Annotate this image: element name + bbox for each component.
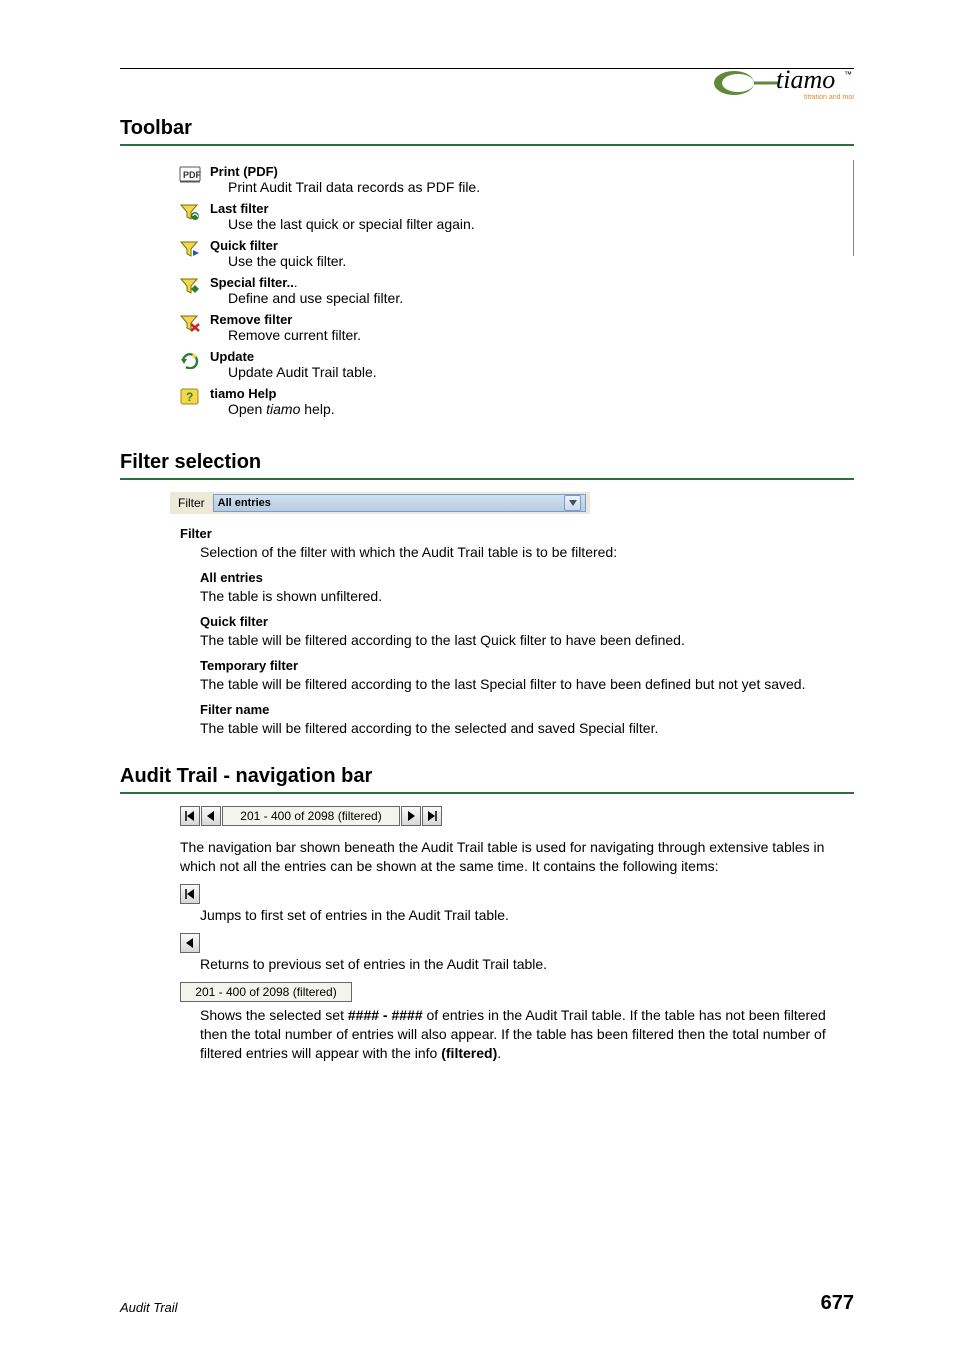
section-title-filter: Filter selection — [120, 451, 854, 480]
section-title-toolbar: Toolbar — [120, 117, 854, 146]
svg-text:PDF: PDF — [183, 170, 201, 180]
toolbar-item-desc: Use the last quick or special filter aga… — [228, 216, 853, 232]
filter-temp-title: Temporary filter — [200, 658, 854, 673]
svg-text:titration and more: titration and more — [804, 94, 854, 101]
update-icon — [170, 349, 210, 369]
filter-quick-desc: The table will be filtered according to … — [200, 631, 854, 650]
svg-text:?: ? — [186, 390, 193, 404]
special-filter-icon — [170, 275, 210, 295]
filter-heading: Filter — [180, 526, 854, 541]
quick-filter-icon — [170, 238, 210, 258]
toolbar-item-desc: Define and use special filter. — [228, 290, 853, 306]
toolbar-item-title: Special filter... — [210, 275, 853, 290]
filter-intro: Selection of the filter with which the A… — [200, 543, 854, 562]
brand-logo: tiamo ™ titration and more — [714, 62, 854, 107]
toolbar-item-title: Print (PDF) — [210, 164, 853, 179]
filter-name-desc: The table will be filtered according to … — [200, 719, 854, 738]
chevron-down-icon — [564, 495, 581, 511]
filter-select-value: All entries — [218, 497, 271, 509]
nav-bar-capture: 201 - 400 of 2098 (filtered) — [180, 806, 854, 826]
toolbar-item-title: tiamo Help — [210, 386, 853, 401]
toolbar-item-title: Update — [210, 349, 853, 364]
last-filter-icon — [170, 201, 210, 221]
filter-label: Filter — [174, 496, 213, 510]
pdf-icon: PDF — [170, 164, 210, 184]
toolbar-item-desc: Update Audit Trail table. — [228, 364, 853, 380]
nav-last-button[interactable] — [422, 806, 442, 826]
help-icon: ? — [170, 386, 210, 406]
svg-text:tiamo: tiamo — [776, 65, 835, 94]
nav-first-desc: Jumps to first set of entries in the Aud… — [200, 906, 854, 925]
nav-prev-desc: Returns to previous set of entries in th… — [200, 955, 854, 974]
filter-select[interactable]: All entries — [213, 494, 586, 512]
filter-all-entries-desc: The table is shown unfiltered. — [200, 587, 854, 606]
toolbar-item-title: Quick filter — [210, 238, 853, 253]
toolbar-item-title: Last filter — [210, 201, 853, 216]
filter-dropdown-capture: Filter All entries — [170, 492, 590, 514]
nav-prev-button-example[interactable] — [180, 933, 200, 953]
nav-next-button[interactable] — [401, 806, 421, 826]
footer-section: Audit Trail — [120, 1300, 178, 1315]
toolbar-item-desc: Use the quick filter. — [228, 253, 853, 269]
page-number: 677 — [821, 1292, 854, 1315]
toolbar-item-desc: Open tiamo help. — [228, 401, 853, 417]
nav-range-example: 201 - 400 of 2098 (filtered) — [180, 982, 352, 1002]
toolbar-item-title: Remove filter — [210, 312, 853, 327]
filter-quick-title: Quick filter — [200, 614, 854, 629]
filter-name-title: Filter name — [200, 702, 854, 717]
nav-first-button[interactable] — [180, 806, 200, 826]
svg-text:™: ™ — [844, 70, 852, 79]
side-rule — [853, 160, 854, 256]
filter-all-entries-title: All entries — [200, 570, 854, 585]
remove-filter-icon — [170, 312, 210, 332]
toolbar-item-desc: Remove current filter. — [228, 327, 853, 343]
filter-temp-desc: The table will be filtered according to … — [200, 675, 854, 694]
nav-range-display: 201 - 400 of 2098 (filtered) — [222, 806, 400, 826]
nav-first-button-example[interactable] — [180, 884, 200, 904]
section-title-nav: Audit Trail - navigation bar — [120, 765, 854, 794]
toolbar-item-desc: Print Audit Trail data records as PDF fi… — [228, 179, 853, 195]
nav-intro: The navigation bar shown beneath the Aud… — [180, 838, 854, 876]
nav-prev-button[interactable] — [201, 806, 221, 826]
nav-range-desc: Shows the selected set #### - #### of en… — [200, 1006, 854, 1063]
